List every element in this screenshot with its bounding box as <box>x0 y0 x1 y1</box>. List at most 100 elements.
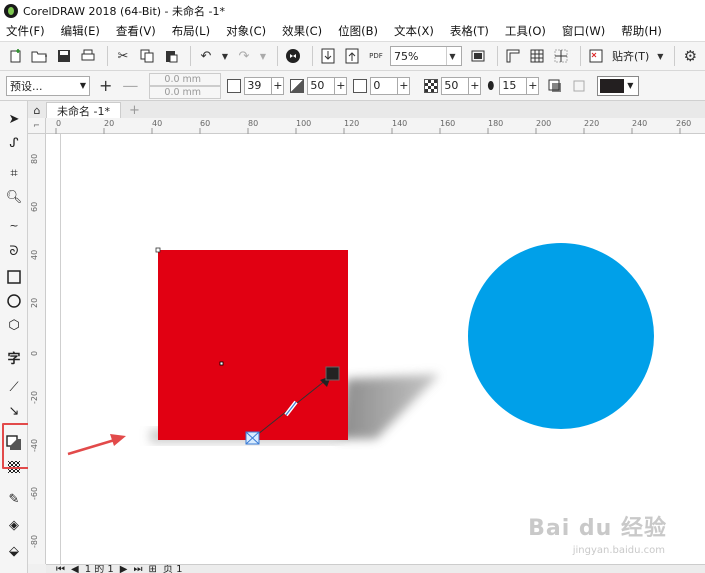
freehand-tool-icon[interactable]: ~ <box>4 215 24 235</box>
connector-tool-icon[interactable]: ↘ <box>4 401 24 421</box>
full-screen-icon[interactable] <box>468 46 488 66</box>
menu-text[interactable]: 文本(X) <box>394 23 434 39</box>
show-grid-icon[interactable] <box>527 46 547 66</box>
prev-page-icon[interactable]: ◀ <box>71 565 79 573</box>
ellipse-tool-icon[interactable] <box>4 291 24 311</box>
blue-circle[interactable] <box>468 243 654 429</box>
vertical-ruler[interactable]: 80 60 40 20 0 -20 -40 -60 -80 <box>28 134 46 564</box>
shadow-color-swatch <box>600 78 625 93</box>
menu-object[interactable]: 对象(C) <box>226 23 266 39</box>
shadow-feather-slider-button[interactable]: + <box>335 76 348 95</box>
cut-icon[interactable]: ✂ <box>113 46 133 66</box>
remove-preset-icon[interactable]: — <box>122 76 138 95</box>
transparency-slider-button[interactable]: + <box>469 76 482 95</box>
shape-tool-icon[interactable]: ᔑ <box>4 133 24 153</box>
interactive-fill-tool-icon[interactable]: ◈ <box>4 515 24 535</box>
dimension-tool-icon[interactable]: ⟋ <box>4 377 24 397</box>
undo-icon[interactable]: ↶ <box>196 46 216 66</box>
publish-pdf-icon[interactable]: PDF <box>366 46 386 66</box>
feather-direction-icon[interactable] <box>545 76 565 96</box>
chevron-down-icon: ▼ <box>79 81 86 90</box>
artistic-media-tool-icon[interactable]: ᘐ <box>4 241 24 261</box>
undo-dropdown-icon[interactable]: ▼ <box>220 46 230 66</box>
pick-tool-icon[interactable]: ➤ <box>4 109 24 129</box>
show-guidelines-icon[interactable] <box>551 46 571 66</box>
snap-chevron-down-icon[interactable]: ▼ <box>655 46 665 66</box>
add-tab-icon[interactable]: + <box>129 103 140 118</box>
red-arrowhead <box>110 434 126 446</box>
menu-file[interactable]: 文件(F) <box>6 23 45 39</box>
menu-window[interactable]: 窗口(W) <box>562 23 605 39</box>
toolbar-separator <box>580 46 581 66</box>
feather-width-slider-button[interactable]: + <box>527 76 540 95</box>
shadow-offset-x-field[interactable]: 0.0 mm <box>149 72 222 86</box>
open-folder-icon[interactable] <box>30 46 50 66</box>
menu-table[interactable]: 表格(T) <box>450 23 489 39</box>
zoom-level-select[interactable]: 75% ▼ <box>390 46 462 66</box>
shadow-angle-field[interactable]: 0 <box>370 76 399 95</box>
smart-fill-tool-icon[interactable]: ⬙ <box>4 541 24 561</box>
shadow-opacity-field[interactable]: 39 <box>244 76 273 95</box>
last-page-icon[interactable]: ⏭ <box>134 565 143 573</box>
redo-icon[interactable]: ↷ <box>234 46 254 66</box>
selection-handle[interactable] <box>155 247 161 253</box>
shadow-feather-field[interactable]: 50 <box>307 76 336 95</box>
shadow-color-picker[interactable]: ▼ <box>597 75 640 96</box>
shadow-feather-icon <box>290 78 305 93</box>
eyedropper-tool-icon[interactable]: ✎ <box>4 489 24 509</box>
snap-to-dropdown[interactable]: 贴齐(T) <box>612 48 649 64</box>
shadow-opacity-slider-button[interactable]: + <box>272 76 285 95</box>
page-tab[interactable]: 页 1 <box>163 565 183 573</box>
add-page-icon[interactable]: ⊞ <box>149 565 157 573</box>
feather-width-group: ⬮ 15 + <box>487 76 540 95</box>
horizontal-ruler-ticks <box>55 128 681 134</box>
first-page-icon[interactable]: ⏮ <box>56 565 65 573</box>
menu-edit[interactable]: 编辑(E) <box>61 23 100 39</box>
ruler-tick-label: 240 <box>632 119 648 128</box>
shadow-end-handle[interactable] <box>325 366 340 381</box>
drawing-canvas[interactable]: Bai du 经验 jingyan.baidu.com <box>46 134 705 564</box>
import-icon[interactable] <box>318 46 338 66</box>
show-rulers-icon[interactable] <box>503 46 523 66</box>
polygon-tool-icon[interactable]: ⬡ <box>4 315 24 335</box>
text-tool-icon[interactable]: 字 <box>4 347 24 367</box>
shadow-offset-y-field[interactable]: 0.0 mm <box>149 85 222 99</box>
add-preset-icon[interactable]: + <box>99 76 112 95</box>
transparency-group: 50 + <box>424 76 482 95</box>
ruler-tick-label: -80 <box>30 534 39 548</box>
tab-untitled-document[interactable]: 未命名 -1* <box>46 102 121 118</box>
crop-tool-icon[interactable]: ⌗ <box>4 163 24 183</box>
transparency-field[interactable]: 50 <box>441 76 470 95</box>
zoom-tool-icon[interactable]: 🔍︎ <box>4 187 24 207</box>
new-document-icon[interactable] <box>6 46 26 66</box>
feather-width-field[interactable]: 15 <box>499 76 528 95</box>
horizontal-ruler[interactable]: 0 20 40 60 80 100 120 140 160 180 200 22… <box>46 118 705 134</box>
rectangle-tool-icon[interactable] <box>4 267 24 287</box>
menu-layout[interactable]: 布局(L) <box>172 23 210 39</box>
home-icon[interactable]: ⌂ <box>28 102 46 118</box>
print-icon[interactable] <box>78 46 98 66</box>
corel-connect-icon[interactable] <box>283 46 303 66</box>
red-square[interactable] <box>158 250 348 440</box>
ruler-tick-label: 180 <box>488 119 504 128</box>
next-page-icon[interactable]: ▶ <box>120 565 128 573</box>
paste-icon[interactable] <box>161 46 181 66</box>
menu-bitmaps[interactable]: 位图(B) <box>338 23 378 39</box>
options-gear-icon[interactable]: ⚙ <box>680 46 700 66</box>
ruler-tick-label: -60 <box>30 486 39 500</box>
menu-view[interactable]: 查看(V) <box>116 23 156 39</box>
menu-effects[interactable]: 效果(C) <box>282 23 322 39</box>
shadow-preset-select[interactable]: 预设... ▼ <box>6 75 90 96</box>
ruler-origin[interactable]: ⌐ <box>28 118 46 134</box>
snap-to-icon[interactable] <box>586 46 606 66</box>
menu-help[interactable]: 帮助(H) <box>621 23 662 39</box>
menu-tools[interactable]: 工具(O) <box>505 23 546 39</box>
export-icon[interactable] <box>342 46 362 66</box>
redo-dropdown-icon[interactable]: ▼ <box>258 46 268 66</box>
feather-edges-icon[interactable] <box>569 76 589 96</box>
document-tab-bar: ⌂ 未命名 -1* + <box>28 101 705 118</box>
shadow-angle-slider-button[interactable]: + <box>398 76 411 95</box>
ruler-tick-label: 160 <box>440 119 456 128</box>
copy-icon[interactable] <box>137 46 157 66</box>
save-icon[interactable] <box>54 46 74 66</box>
